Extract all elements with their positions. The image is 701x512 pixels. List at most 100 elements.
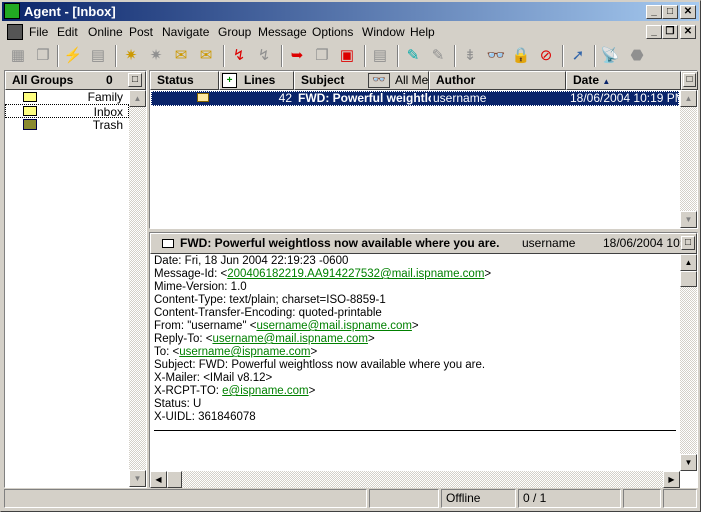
extract-icon[interactable]: ▤ <box>369 45 391 67</box>
group-item-trash[interactable]: Trash <box>5 118 129 132</box>
column-label: Subject <box>301 73 345 87</box>
menu-window[interactable]: Window <box>362 25 405 39</box>
scroll-left-button[interactable]: ◀ <box>150 471 167 488</box>
doc-minimize-button[interactable]: _ <box>646 25 662 39</box>
doc-close-button[interactable]: ✕ <box>680 25 696 39</box>
menu-options[interactable]: Options <box>312 25 353 39</box>
minimize-button[interactable]: _ <box>646 5 662 19</box>
scroll-down-button[interactable]: ▼ <box>129 470 146 487</box>
online-antenna-icon[interactable]: 📡 <box>599 45 621 67</box>
close-button[interactable]: ✕ <box>680 5 696 19</box>
group-item-inbox[interactable]: Inbox <box>5 104 129 119</box>
groups-header[interactable]: All Groups 0 □ <box>5 71 146 90</box>
app-icon[interactable] <box>4 3 20 19</box>
menu-group[interactable]: Group <box>218 25 251 39</box>
column-subject[interactable]: Subject 👓 All Mes <box>294 71 429 90</box>
pane-maximize-button[interactable]: □ <box>128 73 142 87</box>
groups-scrollbar[interactable]: ▲ ▼ <box>129 90 146 487</box>
toolbar-separator <box>594 45 596 67</box>
scroll-up-button[interactable]: ▲ <box>129 90 146 107</box>
stop-icon[interactable]: ⬣ <box>626 45 648 67</box>
lock-icon[interactable]: 🔒 <box>510 45 532 67</box>
purge-icon[interactable]: ▤ <box>87 45 109 67</box>
status-message <box>4 489 367 508</box>
message-row[interactable]: 42 FWD: Powerful weightlo username 18/06… <box>151 91 685 106</box>
menu-edit[interactable]: Edit <box>57 25 78 39</box>
launch-icon[interactable]: ➚ <box>567 45 589 67</box>
menu-navigate[interactable]: Navigate <box>162 25 209 39</box>
ignore-icon[interactable]: ⊘ <box>535 45 557 67</box>
header-text: To: < <box>154 346 180 358</box>
mark-icon[interactable]: ✎ <box>402 45 424 67</box>
scroll-down-button[interactable]: ▼ <box>680 211 697 228</box>
send-icon[interactable]: ↯ <box>228 45 250 67</box>
column-author[interactable]: Author <box>429 71 566 90</box>
send-all-icon[interactable]: ↯ <box>253 45 275 67</box>
email-link[interactable]: 200406182219.AA914227532@mail.ispname.co… <box>227 268 484 280</box>
watch-icon[interactable]: 👓 <box>485 45 507 67</box>
header-line: Mime-Version: 1.0 <box>154 281 676 294</box>
group-item-family[interactable]: Family <box>5 90 129 104</box>
new-post-icon[interactable]: ✷ <box>120 45 142 67</box>
menu-file[interactable]: File <box>29 25 48 39</box>
get-bodies-icon[interactable]: ❐ <box>32 45 54 67</box>
scroll-right-button[interactable]: ▶ <box>663 471 680 488</box>
binoculars-icon[interactable]: 👓 <box>368 73 390 88</box>
thread-expand-icon[interactable]: + <box>222 73 237 88</box>
header-text: > <box>411 320 419 332</box>
trash-icon <box>23 119 37 130</box>
toolbar-separator <box>57 45 59 67</box>
save-icon[interactable]: ▣ <box>336 45 358 67</box>
header-text: Message-Id: < <box>154 268 228 280</box>
forward-icon[interactable]: ➥ <box>286 45 308 67</box>
pane-maximize-button[interactable]: □ <box>683 73 696 87</box>
scroll-up-button[interactable]: ▲ <box>680 90 697 107</box>
document-icon[interactable] <box>7 24 23 40</box>
get-headers-icon[interactable]: ▦ <box>7 45 29 67</box>
menu-help[interactable]: Help <box>410 25 435 39</box>
filter-icon[interactable]: ⚡ <box>62 45 84 67</box>
messages-scrollbar[interactable]: ▲ ▼ <box>680 90 697 228</box>
header-text: > <box>308 385 316 397</box>
maximize-button[interactable]: □ <box>662 5 678 19</box>
preview-vscrollbar[interactable]: ▲ ▼ <box>680 254 697 471</box>
message-body[interactable]: Date: Fri, 18 Jun 2004 22:19:23 -0600 Mes… <box>154 255 676 424</box>
preview-date: 18/06/2004 10:1 <box>603 236 690 250</box>
column-corner: □ <box>681 71 698 90</box>
column-date[interactable]: Date ▲ <box>566 71 681 90</box>
next-icon[interactable]: ⇟ <box>459 45 481 67</box>
online-status: Offline <box>446 491 481 505</box>
reply-post-icon[interactable]: ✷ <box>145 45 167 67</box>
reply-email-icon[interactable]: ✉ <box>195 45 217 67</box>
row-date: 18/06/2004 10:19 PM <box>570 91 685 105</box>
scroll-thumb[interactable] <box>680 271 697 287</box>
filter-label[interactable]: All Mes <box>395 72 429 89</box>
header-text: From: "username" < <box>154 320 257 332</box>
new-email-icon[interactable]: ✉ <box>170 45 192 67</box>
groups-pane: All Groups 0 □ Family Inbox Trash ▲ ▼ <box>4 70 147 488</box>
preview-hscrollbar[interactable]: ◀ ▶ <box>150 471 680 488</box>
column-label: Date <box>573 73 600 87</box>
unmark-icon[interactable]: ✎ <box>427 45 449 67</box>
column-status[interactable]: Status <box>150 71 219 90</box>
scroll-thumb[interactable] <box>167 471 182 488</box>
toolbar-separator <box>223 45 225 67</box>
menu-message[interactable]: Message <box>258 25 307 39</box>
menu-post[interactable]: Post <box>129 25 153 39</box>
group-name: Trash <box>92 118 123 132</box>
header-text: Reply-To: < <box>154 333 213 345</box>
body-separator <box>154 430 676 431</box>
email-link[interactable]: username@mail.ispname.com <box>212 333 367 345</box>
menu-online[interactable]: Online <box>88 25 123 39</box>
folder-icon <box>23 92 37 102</box>
pane-maximize-button[interactable]: □ <box>681 236 695 250</box>
email-link[interactable]: e@ispname.com <box>222 385 308 397</box>
doc-restore-button[interactable]: ❐ <box>662 25 678 39</box>
email-link[interactable]: username@mail.ispname.com <box>256 320 411 332</box>
email-link[interactable]: username@ispname.com <box>179 346 310 358</box>
folder-icon <box>23 106 37 116</box>
copy-icon[interactable]: ❐ <box>311 45 333 67</box>
column-lines[interactable]: + Lines <box>219 71 294 90</box>
scroll-up-button[interactable]: ▲ <box>680 254 697 271</box>
scroll-down-button[interactable]: ▼ <box>680 454 697 471</box>
